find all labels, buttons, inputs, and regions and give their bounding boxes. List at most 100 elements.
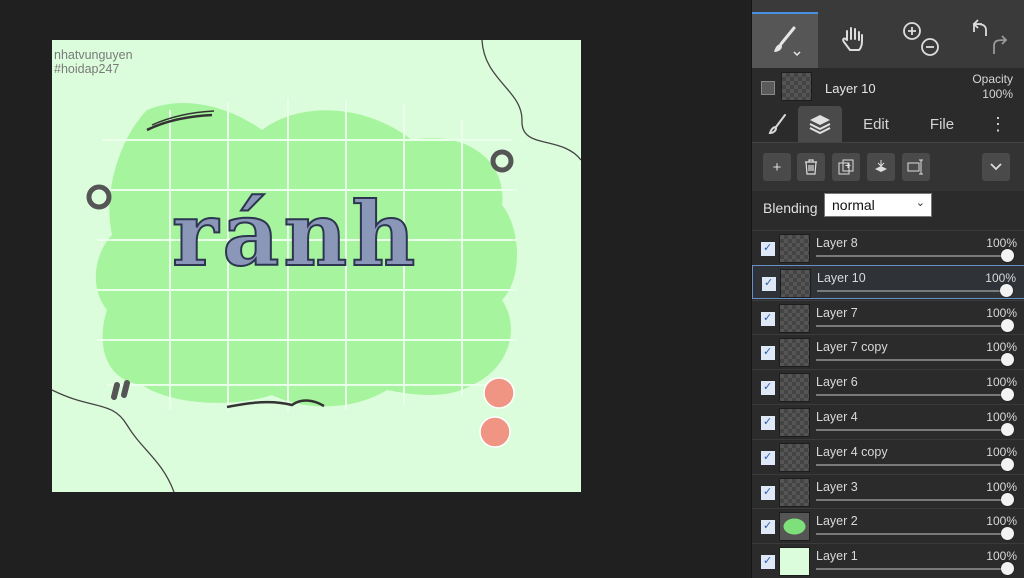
layer-opacity-slider-knob[interactable] [1000,283,1013,297]
layer-opacity-slider[interactable] [816,533,1009,536]
layer-opacity-slider[interactable] [817,289,1008,292]
layer-name: Layer 8 [816,236,858,250]
layer-opacity-slider[interactable] [816,463,1009,466]
layer-thumbnail [779,303,810,333]
top-toolbar [752,0,1024,68]
duplicate-icon [838,159,854,175]
tab-layers[interactable] [798,106,842,142]
zoom-buttons[interactable] [888,12,954,66]
layer-opacity-slider-knob[interactable] [1001,423,1014,436]
layer-name: Layer 4 copy [816,444,888,459]
layer-visibility-checkbox[interactable] [761,311,775,326]
layer-row[interactable]: Layer 4 100% [752,404,1024,438]
layer-visibility-checkbox[interactable] [761,241,775,256]
layer-opacity-slider[interactable] [816,394,1009,397]
more-options-icon[interactable]: ⋮ [988,106,1008,142]
layer-row[interactable]: Layer 2 100% [752,508,1024,542]
layer-name: Layer 6 [816,375,858,390]
layer-visibility-checkbox[interactable] [761,519,775,535]
undo-redo-buttons[interactable] [956,12,1022,66]
layer-opacity-slider-knob[interactable] [1001,527,1014,541]
layer-opacity-value: 100% [985,270,1016,285]
layer-opacity-value: 100% [986,549,1017,564]
layer-row[interactable]: Layer 10 100% [752,264,1024,299]
current-layer-opacity[interactable]: Opacity 100% [972,72,1013,102]
layer-name: Layer 1 [816,549,858,564]
chevron-down-icon [990,163,1002,171]
layer-opacity-slider-knob[interactable] [1001,562,1014,576]
layer-opacity-value: 100% [986,479,1017,494]
layer-row[interactable]: Layer 1 100% [752,543,1024,577]
tab-brush[interactable] [758,106,798,142]
transform-layer-button[interactable] [902,153,930,181]
brush-icon [774,26,801,57]
blending-mode-value: normal [832,197,875,213]
chevron-down-icon: ⌄ [915,197,925,209]
layer-opacity-slider[interactable] [816,359,1009,362]
layer-visibility-checkbox[interactable] [761,554,775,570]
layer-name: Layer 7 [816,305,858,320]
opacity-label: Opacity [972,72,1013,86]
panel-tabs: Edit File ⋮ [752,106,1024,142]
canvas-area[interactable]: nhatvunguyen #hoidap247 ránh [0,0,750,578]
layer-opacity-slider[interactable] [816,255,1009,257]
opacity-value: 100% [982,87,1013,101]
layer-opacity-slider-knob[interactable] [1001,492,1014,506]
current-layer-visibility-checkbox[interactable] [761,81,775,95]
layer-thumbnail [780,268,811,298]
layer-row[interactable]: Layer 4 copy 100% [752,438,1024,473]
layer-visibility-checkbox[interactable] [761,380,775,396]
layer-opacity-value: 100% [986,236,1017,250]
brush-tab-icon [768,114,786,135]
layer-opacity-slider-knob[interactable] [1001,249,1014,262]
blending-mode-select[interactable]: normal ⌄ [824,193,932,217]
undo-redo-icon [972,19,1008,54]
layer-visibility-checkbox[interactable] [761,485,775,500]
transform-icon [907,159,923,175]
layer-opacity-slider-knob[interactable] [1001,388,1014,402]
layer-2-thumbnail-blob [783,518,806,535]
tab-file[interactable]: File [918,106,966,142]
layer-name: Layer 7 copy [816,340,888,355]
expand-tools-button[interactable] [982,153,1010,181]
layer-opacity-slider-knob[interactable] [1001,353,1014,367]
layer-name: Layer 4 [816,410,858,424]
layer-opacity-slider[interactable] [816,498,1009,501]
layer-opacity-value: 100% [986,514,1017,529]
trash-icon [805,159,817,175]
watermark-text: nhatvunguyen #hoidap247 [54,48,133,76]
layer-name: Layer 10 [817,270,866,285]
layer-opacity-slider[interactable] [816,324,1009,327]
add-icon: + [772,158,782,176]
layer-opacity-slider-knob[interactable] [1001,457,1014,471]
artwork-lettering: ránh [171,182,420,286]
tab-edit[interactable]: Edit [852,106,900,142]
add-layer-button[interactable]: + [763,153,791,181]
layer-visibility-checkbox[interactable] [762,276,776,291]
layer-opacity-slider[interactable] [816,568,1009,571]
layer-name: Layer 3 [816,479,858,494]
layer-opacity-value: 100% [986,410,1017,424]
hand-tool-button[interactable] [820,12,886,66]
layer-row[interactable]: Layer 3 100% [752,473,1024,508]
layer-thumbnail [779,512,810,542]
layer-opacity-slider-knob[interactable] [1001,318,1014,332]
brush-tool-button[interactable] [752,12,818,68]
layer-thumbnail [779,234,810,263]
current-layer-thumbnail [781,72,812,101]
layer-thumbnail [779,408,810,437]
layer-row[interactable]: Layer 8 100% [752,230,1024,264]
layer-visibility-checkbox[interactable] [761,415,775,430]
merge-down-button[interactable] [867,153,895,181]
delete-layer-button[interactable] [797,153,825,181]
layer-visibility-checkbox[interactable] [761,345,775,361]
blending-row: Blending normal ⌄ [752,190,1024,230]
duplicate-layer-button[interactable] [832,153,860,181]
layer-visibility-checkbox[interactable] [761,450,775,465]
layer-thumbnail [779,373,810,403]
layer-row[interactable]: Layer 6 100% [752,369,1024,403]
artwork-canvas[interactable]: nhatvunguyen #hoidap247 ránh [52,40,581,492]
layer-row[interactable]: Layer 7 copy 100% [752,334,1024,368]
layer-row[interactable]: Layer 7 100% [752,299,1024,334]
layer-opacity-slider[interactable] [816,429,1009,431]
